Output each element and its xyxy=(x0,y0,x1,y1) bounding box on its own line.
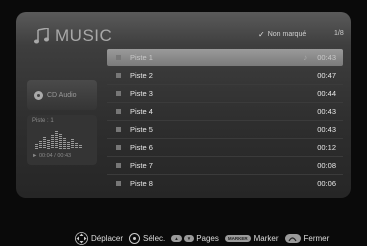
music-screen: MUSIC ✓ Non marqué 1/8 CD Audio Piste : … xyxy=(0,0,367,246)
track-list: Piste 1 ♪ 00:43 Piste 2 00:47 Piste 3 00:44 Pis… xyxy=(107,49,343,192)
track-bullet-icon xyxy=(116,91,121,96)
track-name: Piste 7 xyxy=(130,161,153,170)
track-bullet-icon xyxy=(116,73,121,78)
track-duration: 00:47 xyxy=(317,71,336,80)
footer-help: Déplacer Sélec. ▲ ▼ Pages MARKER Marker … xyxy=(75,232,335,245)
track-name: Piste 2 xyxy=(130,71,153,80)
pages-label: Pages xyxy=(196,234,219,243)
track-bullet-icon xyxy=(116,109,121,114)
track-name: Piste 8 xyxy=(130,179,153,188)
return-icon xyxy=(284,234,301,243)
now-playing-box: Piste : 1 ► 00:04 / 00:43 xyxy=(27,115,97,165)
page-title-text: MUSIC xyxy=(55,26,113,45)
playing-track-label: Piste : 1 xyxy=(32,118,54,124)
page-title: MUSIC xyxy=(34,26,112,46)
track-duration: 00:12 xyxy=(317,143,336,152)
source-label: CD Audio xyxy=(47,91,77,99)
track-row[interactable]: Piste 5 00:43 xyxy=(107,121,343,138)
track-name: Piste 1 xyxy=(130,53,153,62)
track-bullet-icon xyxy=(116,163,121,168)
track-duration: 00:43 xyxy=(317,53,336,62)
music-note-icon xyxy=(34,28,49,44)
equalizer-icon xyxy=(35,129,83,149)
close-label: Fermer xyxy=(303,234,330,243)
select-label: Sélec. xyxy=(143,234,166,243)
track-name: Piste 3 xyxy=(130,89,153,98)
source-button[interactable]: CD Audio xyxy=(27,80,97,110)
ok-button-icon xyxy=(129,233,141,244)
track-duration: 00:08 xyxy=(317,161,336,170)
track-duration: 00:43 xyxy=(317,107,336,116)
disc-icon xyxy=(34,90,43,100)
track-bullet-icon xyxy=(116,55,121,60)
track-duration: 00:44 xyxy=(317,89,336,98)
dpad-icon xyxy=(75,232,88,245)
playback-time: ► 00:04 / 00:43 xyxy=(32,153,72,159)
page-up-icon: ▲ xyxy=(171,235,182,242)
track-name: Piste 4 xyxy=(130,107,153,116)
track-bullet-icon xyxy=(116,145,121,150)
move-hint: Déplacer xyxy=(75,232,123,245)
track-row[interactable]: Piste 1 ♪ 00:43 xyxy=(107,49,343,66)
track-row[interactable]: Piste 2 00:47 xyxy=(107,67,343,84)
track-duration: 00:06 xyxy=(317,179,336,188)
marker-key: MARKER xyxy=(224,235,251,242)
filter-label: Non marqué xyxy=(267,31,307,38)
marker-label: Marker xyxy=(253,234,279,243)
move-label: Déplacer xyxy=(91,234,124,243)
track-row[interactable]: Piste 4 00:43 xyxy=(107,103,343,120)
track-row[interactable]: Piste 3 00:44 xyxy=(107,85,343,102)
track-row[interactable]: Piste 6 00:12 xyxy=(107,139,343,156)
track-bullet-icon xyxy=(116,181,121,186)
page-down-icon: ▼ xyxy=(183,235,195,242)
track-duration: 00:43 xyxy=(317,125,336,134)
check-icon: ✓ xyxy=(258,30,265,39)
filter-toggle[interactable]: ✓ Non marqué xyxy=(258,30,306,39)
marker-hint: MARKER Marker xyxy=(224,234,279,243)
close-hint: Fermer xyxy=(284,234,330,243)
page-indicator: 1/8 xyxy=(334,30,344,37)
select-hint: Sélec. xyxy=(129,233,165,244)
music-note-icon: ♪ xyxy=(303,53,308,62)
track-name: Piste 6 xyxy=(130,143,153,152)
track-row[interactable]: Piste 7 00:08 xyxy=(107,157,343,174)
track-row[interactable]: Piste 8 00:06 xyxy=(107,175,343,192)
track-name: Piste 5 xyxy=(130,125,153,134)
track-bullet-icon xyxy=(116,127,121,132)
pages-hint: ▲ ▼ Pages xyxy=(171,234,219,243)
